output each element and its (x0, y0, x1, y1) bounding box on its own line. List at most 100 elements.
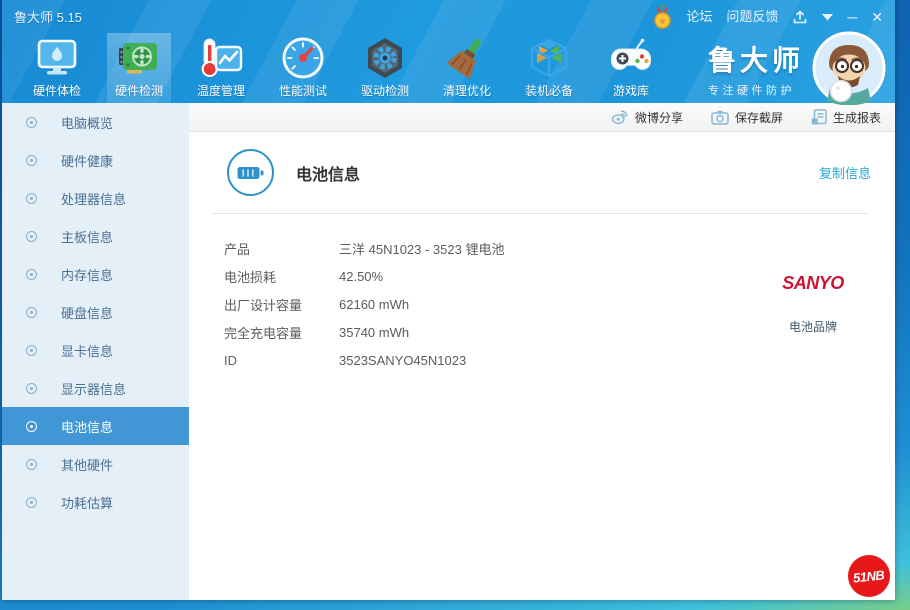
sidebar-item-label: 电脑概览 (61, 113, 113, 132)
row-label: ID (224, 353, 339, 368)
cube-box-icon (527, 36, 571, 80)
sidebar-item-label: 显示器信息 (61, 379, 126, 398)
row-label: 出厂设计容量 (224, 295, 339, 314)
app-window: 鲁大师 5.15 ★ 论坛 问题反馈 (2, 0, 895, 600)
content-header: 电池信息 复制信息 (227, 149, 871, 196)
page-title: 电池信息 (296, 161, 360, 185)
watermark-text: 51NB (853, 567, 886, 585)
sidebar-item-memory[interactable]: 内存信息 (2, 255, 189, 293)
copy-info-link[interactable]: 复制信息 (819, 163, 871, 182)
radio-bullet-icon (26, 383, 37, 394)
row-value: 35740 mWh (339, 325, 409, 340)
close-button[interactable]: ✕ (871, 10, 883, 24)
row-label: 产品 (224, 239, 339, 258)
generate-report-label: 生成报表 (833, 109, 881, 126)
tab-label: 装机必备 (525, 82, 573, 99)
sidebar-item-label: 功耗估算 (61, 493, 113, 512)
brand-tagline: 专注硬件防护 (708, 82, 804, 98)
sidebar-item-power[interactable]: 功耗估算 (2, 483, 189, 521)
battery-brand-label: 电池品牌 (775, 318, 851, 335)
row-value: 3523SANYO45N1023 (339, 353, 466, 368)
weibo-share-button[interactable]: 微博分享 (611, 109, 683, 126)
save-screenshot-button[interactable]: 保存截屏 (711, 109, 783, 126)
tab-games[interactable]: 游戏库 (599, 33, 663, 103)
watermark-51nb: 51NB (848, 555, 890, 597)
tab-performance[interactable]: 性能测试 (271, 33, 335, 103)
dropdown-caret-icon[interactable] (822, 13, 833, 21)
camera-icon (711, 110, 729, 125)
tab-label: 性能测试 (279, 82, 327, 99)
sidebar-item-label: 显卡信息 (61, 341, 113, 360)
radio-bullet-icon (26, 345, 37, 356)
titlebar: 鲁大师 5.15 ★ 论坛 问题反馈 (2, 0, 895, 33)
tab-hardware-checkup[interactable]: 硬件体检 (25, 33, 89, 103)
monitor-icon (35, 36, 79, 80)
sidebar: 电脑概览 硬件健康 处理器信息 主板信息 内存信息 硬盘信息 (2, 103, 189, 600)
header: 鲁大师 5.15 ★ 论坛 问题反馈 (2, 0, 895, 103)
sanyo-logo-text: SANYO (782, 273, 844, 294)
sanyo-logo: SANYO (775, 256, 851, 310)
sidebar-item-cpu[interactable]: 处理器信息 (2, 179, 189, 217)
tab-temperature[interactable]: 温度管理 (189, 33, 253, 103)
row-label: 完全充电容量 (224, 323, 339, 342)
row-value: 42.50% (339, 269, 383, 284)
upload-icon[interactable] (792, 9, 808, 25)
row-value: 62160 mWh (339, 297, 409, 312)
sidebar-item-health[interactable]: 硬件健康 (2, 141, 189, 179)
sidebar-item-other[interactable]: 其他硬件 (2, 445, 189, 483)
body-row: 电脑概览 硬件健康 处理器信息 主板信息 内存信息 硬盘信息 (2, 103, 895, 600)
window-title: 鲁大师 5.15 (14, 7, 82, 26)
gauge-icon (281, 36, 325, 80)
main-toolbar: 硬件体检 (2, 33, 895, 103)
medal-icon[interactable]: ★ (653, 5, 672, 29)
gpu-card-icon (117, 36, 161, 80)
sidebar-item-gpu[interactable]: 显卡信息 (2, 331, 189, 369)
sidebar-item-battery[interactable]: 电池信息 (2, 407, 189, 445)
sidebar-item-disk[interactable]: 硬盘信息 (2, 293, 189, 331)
gear-hexagon-icon (363, 36, 407, 80)
report-icon (811, 109, 827, 125)
sidebar-item-label: 硬盘信息 (61, 303, 113, 322)
radio-bullet-icon (26, 269, 37, 280)
tab-driver[interactable]: 驱动检测 (353, 33, 417, 103)
minimize-button[interactable]: ─ (847, 10, 857, 24)
thermometer-chart-icon (199, 36, 243, 80)
radio-bullet-icon (26, 421, 37, 432)
broom-icon (445, 36, 489, 80)
weibo-share-label: 微博分享 (635, 109, 683, 126)
tab-essentials[interactable]: 装机必备 (517, 33, 581, 103)
radio-bullet-icon (26, 193, 37, 204)
sidebar-item-overview[interactable]: 电脑概览 (2, 103, 189, 141)
table-row: ID 3523SANYO45N1023 (189, 346, 895, 374)
mascot-avatar[interactable] (812, 31, 886, 105)
radio-bullet-icon (26, 497, 37, 508)
generate-report-button[interactable]: 生成报表 (811, 109, 881, 126)
brand-logo: 鲁大师 (708, 39, 804, 79)
forum-link[interactable]: 论坛 (686, 10, 712, 23)
tab-label: 温度管理 (197, 82, 245, 99)
gamepad-icon (609, 36, 653, 80)
battery-brand-box: SANYO 电池品牌 (775, 256, 851, 335)
sidebar-item-label: 主板信息 (61, 227, 113, 246)
row-label: 电池损耗 (224, 267, 339, 286)
tab-label: 游戏库 (613, 82, 649, 99)
tab-label: 硬件体检 (33, 82, 81, 99)
battery-circle-icon (227, 149, 274, 196)
save-screenshot-label: 保存截屏 (735, 109, 783, 126)
sidebar-item-label: 处理器信息 (61, 189, 126, 208)
radio-bullet-icon (26, 459, 37, 470)
radio-bullet-icon (26, 307, 37, 318)
tab-hardware-detect[interactable]: 硬件检测 (107, 33, 171, 103)
titlebar-controls: ★ 论坛 问题反馈 ─ ✕ (653, 5, 883, 29)
sidebar-item-label: 其他硬件 (61, 455, 113, 474)
feedback-link[interactable]: 问题反馈 (726, 10, 778, 23)
tab-cleanup[interactable]: 清理优化 (435, 33, 499, 103)
sidebar-item-motherboard[interactable]: 主板信息 (2, 217, 189, 255)
weibo-icon (611, 109, 629, 125)
sidebar-item-display[interactable]: 显示器信息 (2, 369, 189, 407)
svg-text:★: ★ (658, 16, 667, 27)
tab-label: 驱动检测 (361, 82, 409, 99)
radio-bullet-icon (26, 231, 37, 242)
radio-bullet-icon (26, 155, 37, 166)
sidebar-item-label: 硬件健康 (61, 151, 113, 170)
